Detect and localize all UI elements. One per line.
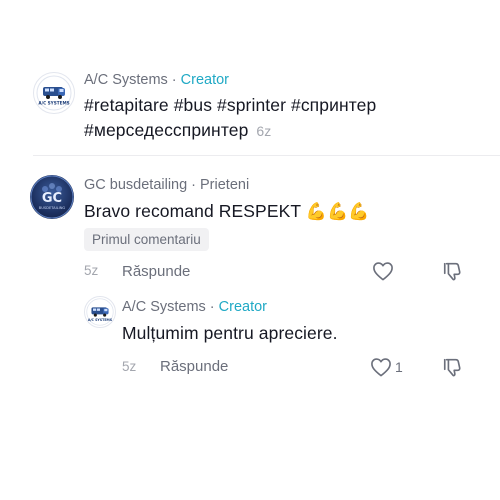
comment-text-continued: #мерседесспринтер — [84, 120, 249, 140]
svg-text:A/C SYSTEMS: A/C SYSTEMS — [38, 101, 69, 106]
author-name[interactable]: A/C Systems — [122, 299, 206, 315]
meta-separator: · — [171, 72, 177, 88]
comment-time: 5z — [84, 263, 99, 278]
van-logo-icon: A/C SYSTEMS — [36, 75, 72, 111]
comment-divider — [33, 155, 500, 156]
creator-label: Creator — [218, 299, 267, 315]
comment-meta: A/C Systems · Creator — [84, 72, 229, 88]
thumbs-down-icon — [443, 358, 461, 377]
comment-text: Bravo recomand RESPEKT — [84, 201, 301, 221]
comment-reply-creator: A/C SYSTEMS A/C Systems · Creator Mulțumim… — [0, 285, 500, 385]
comment-creator-tags: A/C SYSTEMS A/C Systems · Creator #retapit… — [0, 0, 500, 150]
like-button[interactable] — [370, 357, 392, 377]
comment-meta: A/C Systems · Creator — [122, 299, 267, 315]
like-count: 1 — [395, 359, 403, 375]
like-button[interactable] — [372, 261, 394, 281]
comment-text-row: Bravo recomand RESPEKT 💪💪💪 — [84, 201, 370, 222]
meta-separator: · — [191, 177, 197, 193]
reply-button[interactable]: Răspunde — [160, 358, 228, 375]
author-name[interactable]: GC busdetailing — [84, 177, 187, 193]
meta-separator: · — [209, 299, 215, 315]
creator-avatar[interactable]: A/C SYSTEMS — [84, 296, 116, 328]
svg-text:GC: GC — [42, 191, 62, 206]
van-logo-icon: A/C SYSTEMS — [86, 298, 114, 326]
comment-time: 6z — [256, 123, 272, 139]
comment-text: Mulțumim pentru apreciere. — [122, 323, 338, 343]
gc-logo-icon: GC BUSDETAILING — [30, 175, 74, 219]
heart-icon — [371, 358, 391, 377]
svg-text:BUSDETAILING: BUSDETAILING — [39, 206, 66, 210]
comment-gc: GC BUSDETAILING GC busdetailing · Prieteni… — [0, 160, 500, 285]
commenter-avatar[interactable]: GC BUSDETAILING — [30, 175, 74, 219]
comment-meta: GC busdetailing · Prieteni — [84, 177, 249, 193]
heart-icon — [373, 262, 393, 281]
dislike-button[interactable] — [442, 356, 464, 378]
dislike-button[interactable] — [442, 260, 464, 282]
flexed-biceps-emoji: 💪💪💪 — [305, 202, 370, 221]
creator-avatar[interactable]: A/C SYSTEMS — [33, 72, 75, 114]
comment-text-line2: #мерседесспринтер 6z — [84, 120, 271, 141]
comment-time: 5z — [122, 359, 137, 374]
thumbs-down-icon — [443, 262, 461, 281]
svg-text:A/C SYSTEMS: A/C SYSTEMS — [88, 318, 113, 322]
author-name[interactable]: A/C Systems — [84, 72, 168, 88]
relationship-label: Prieteni — [200, 177, 250, 193]
creator-label: Creator — [180, 72, 229, 88]
comment-text: #retapitare #bus #sprinter #спринтер — [84, 95, 377, 115]
reply-button[interactable]: Răspunde — [122, 263, 190, 280]
first-comment-badge: Primul comentariu — [84, 228, 209, 251]
